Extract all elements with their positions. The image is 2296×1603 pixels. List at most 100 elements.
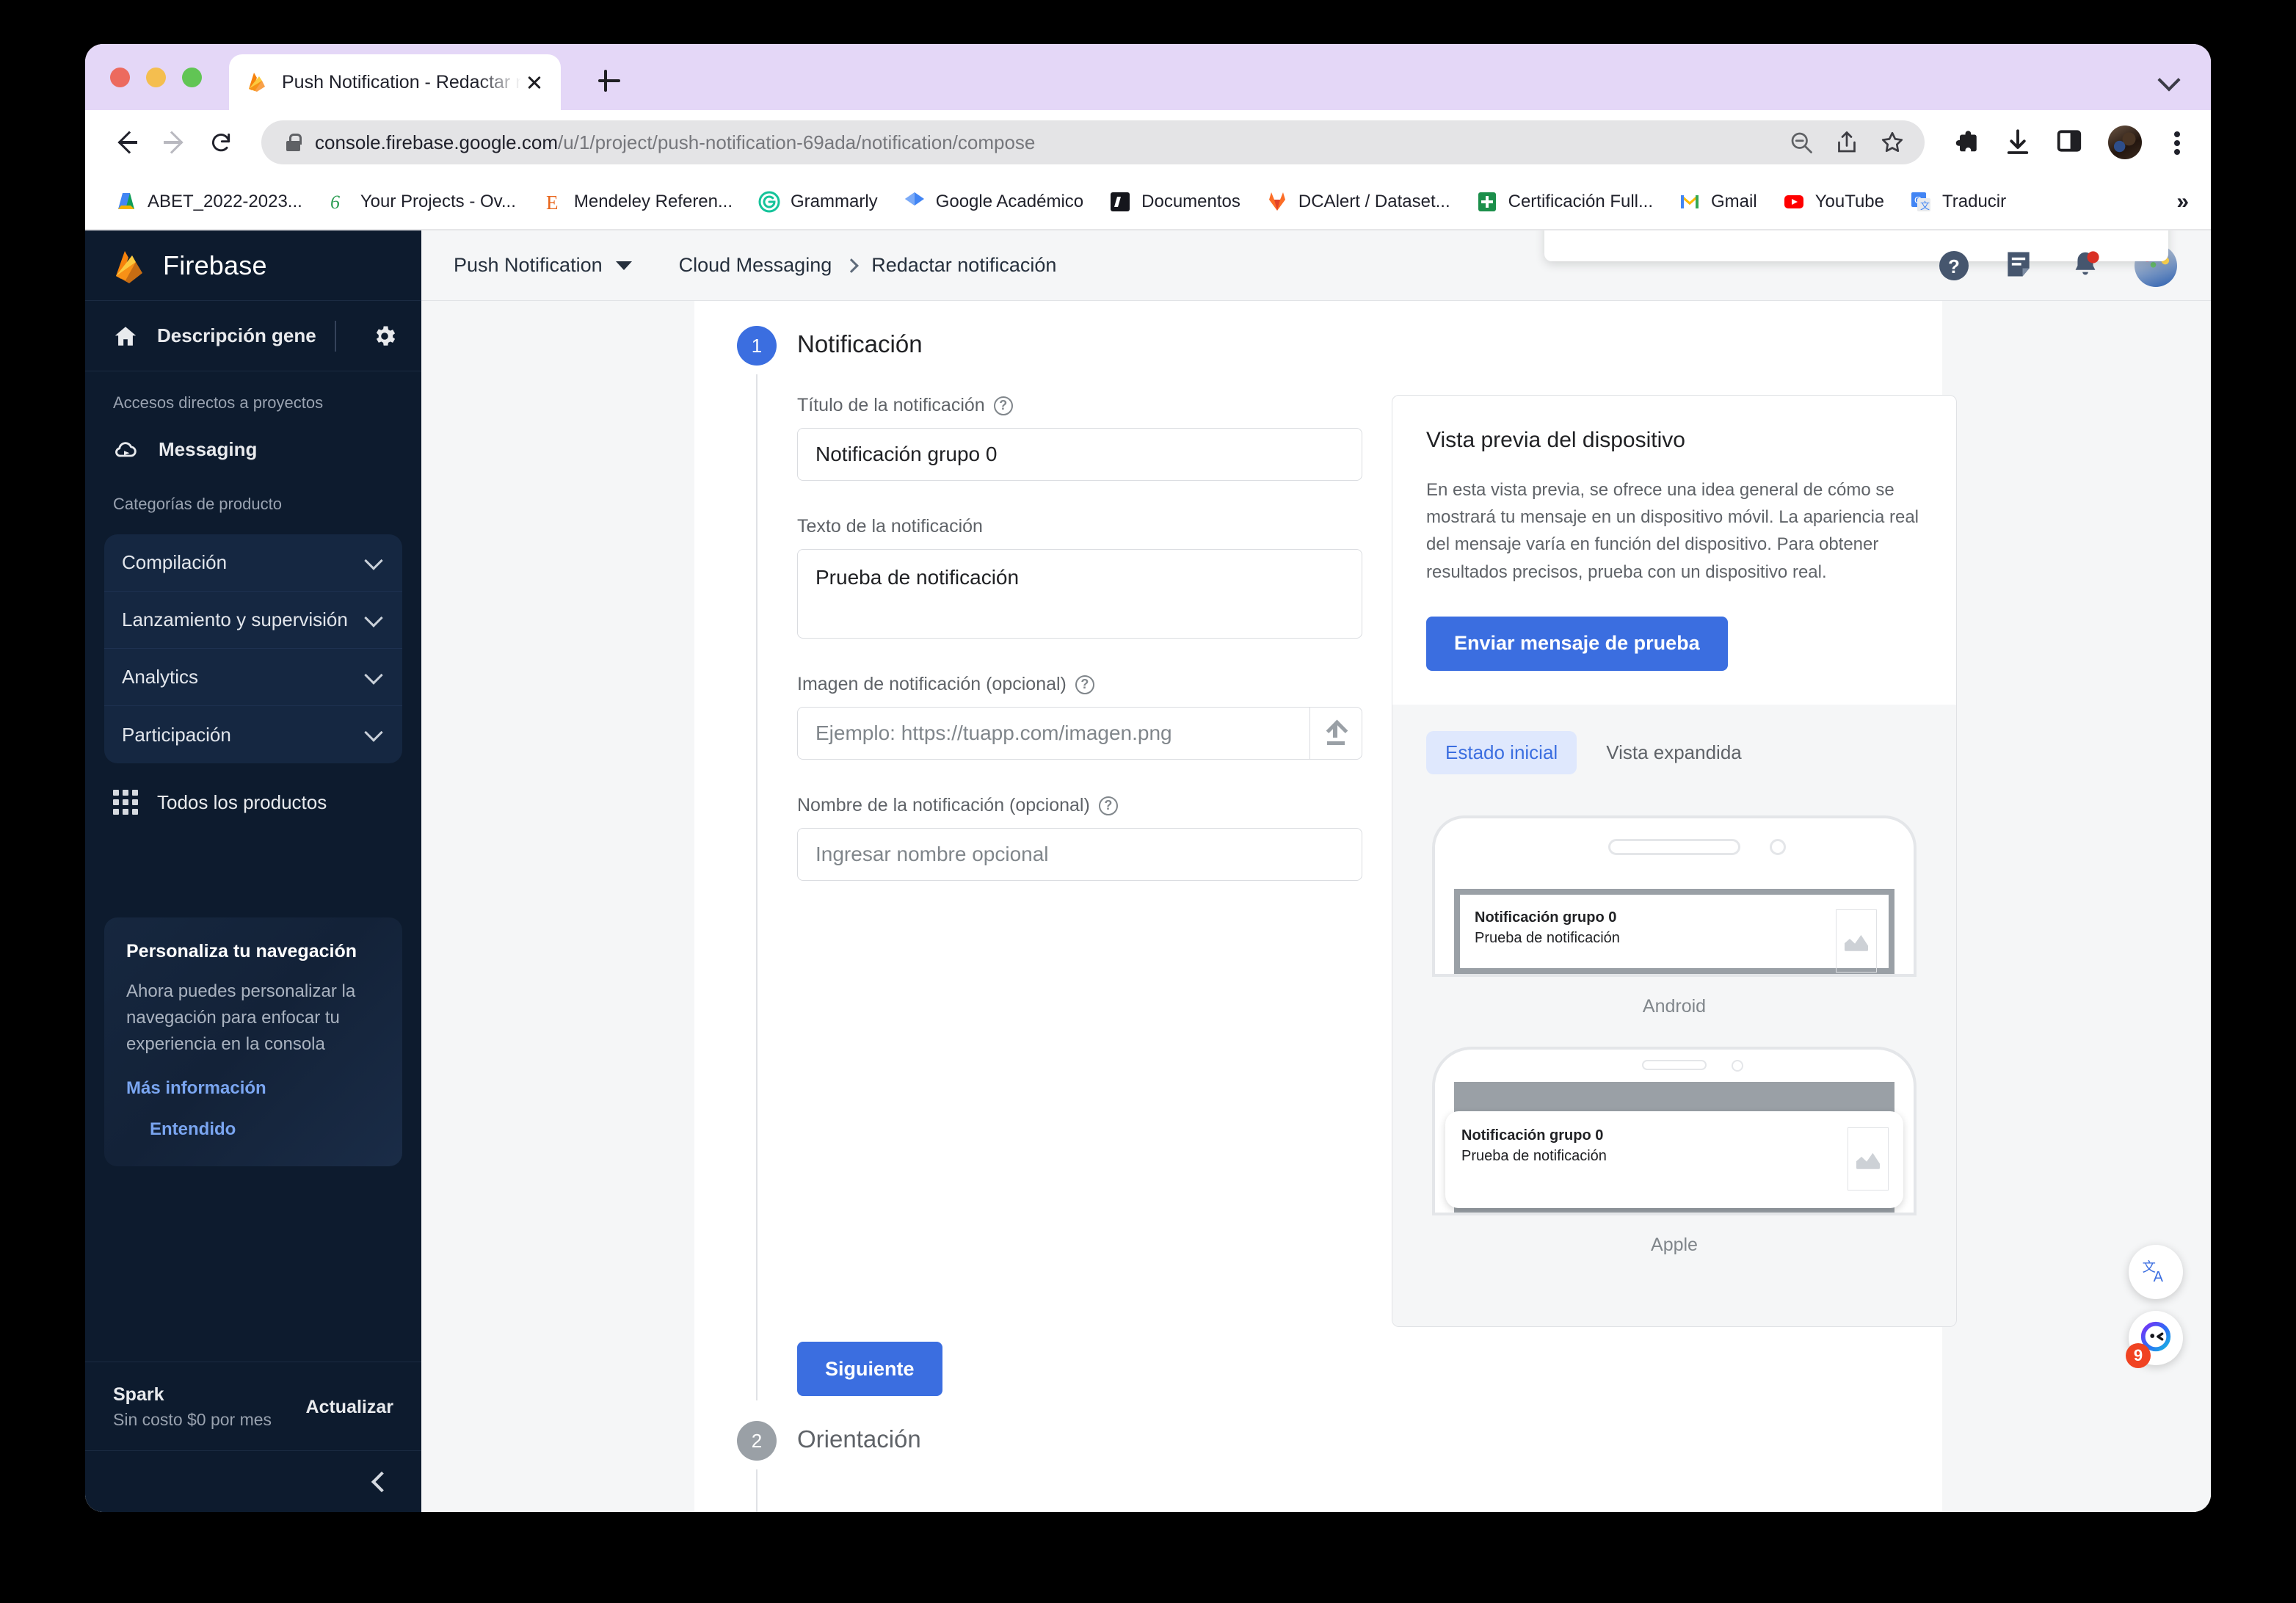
upload-image-button[interactable] [1309, 707, 1362, 760]
collapse-sidebar-button[interactable] [85, 1450, 421, 1512]
sidebar-item-overview[interactable]: Descripción general ... [85, 301, 421, 371]
device-label: Apple [1651, 1234, 1698, 1255]
minimize-window-button[interactable] [146, 68, 166, 87]
reload-icon[interactable] [200, 121, 242, 164]
sidebar-category-compilacion[interactable]: Compilación [104, 534, 402, 592]
translate-fab[interactable]: 文 A [2129, 1245, 2183, 1299]
category-label: Participación [122, 723, 231, 746]
share-icon[interactable] [1834, 129, 1860, 156]
bookmark-star-icon[interactable] [1879, 129, 1906, 156]
plan-name: Spark [113, 1384, 164, 1405]
address-bar[interactable]: console.firebase.google.com/u/1/project/… [261, 120, 1925, 164]
upgrade-plan-button[interactable]: Actualizar [306, 1397, 393, 1418]
bookmark-item[interactable]: DCAlert / Dataset... [1255, 184, 1461, 219]
notification-preview-body: Prueba de notificación [1461, 1147, 1607, 1164]
firebase-icon [245, 70, 269, 94]
feedback-icon[interactable] [2002, 248, 2038, 283]
notifications-bell-icon[interactable] [2068, 248, 2104, 283]
zoom-out-icon[interactable] [1788, 129, 1814, 156]
field-label: Texto de la notificación [797, 516, 983, 537]
profile-avatar[interactable] [2108, 126, 2142, 159]
bookmark-item[interactable]: 6 Your Projects - Ov... [317, 184, 526, 219]
promo-body: Ahora puedes personalizar la navegación … [126, 981, 356, 1054]
gitlab-icon [1265, 190, 1289, 214]
bookmark-item[interactable]: E Mendeley Referen... [531, 184, 743, 219]
notification-form: Título de la notificación ? Notificación… [797, 358, 1362, 1396]
sidebar-category-participacion[interactable]: Participación [104, 706, 402, 763]
plan-sub: Sin costo $0 por mes [113, 1410, 272, 1429]
sidebar-categories: Compilación Lanzamiento y supervisión An… [104, 534, 402, 763]
breadcrumb-item-cloud-messaging[interactable]: Cloud Messaging [679, 254, 832, 277]
project-selector[interactable]: Push Notification [454, 254, 632, 277]
content-scroll-area[interactable]: 1 Notificación Título de la notificación… [421, 301, 2211, 1512]
bookmark-item[interactable]: Certificación Full... [1465, 184, 1663, 219]
breadcrumb: Cloud Messaging Redactar notificación [679, 254, 1057, 277]
bookmark-item[interactable]: Grammarly [747, 184, 888, 219]
notification-text-textarea[interactable]: Prueba de notificación [797, 549, 1362, 639]
category-label: Lanzamiento y supervisión [122, 608, 348, 630]
bookmarks-overflow-button[interactable]: » [2176, 189, 2189, 214]
back-icon[interactable] [106, 121, 148, 164]
google-translate-icon: G 文 [1909, 190, 1933, 214]
bookmark-label: Grammarly [791, 192, 878, 211]
step-programacion[interactable]: 3 Programación Enviar ahora [694, 1509, 1942, 1512]
bookmark-item[interactable]: Google Académico [893, 184, 1094, 219]
promo-more-link[interactable]: Más información [126, 1078, 380, 1099]
browser-window: Push Notification - Redactar no console.… [85, 44, 2211, 1512]
extensions-icon[interactable] [1950, 127, 1980, 158]
help-icon[interactable]: ? [1936, 248, 1972, 283]
close-icon[interactable] [521, 69, 548, 95]
bookmark-item[interactable]: Documentos [1098, 184, 1251, 219]
downloads-icon[interactable] [2002, 127, 2033, 158]
chevron-down-icon [615, 261, 632, 270]
bookmark-item[interactable]: ABET_2022-2023... [104, 184, 313, 219]
notification-title-input[interactable]: Notificación grupo 0 [797, 428, 1362, 481]
bookmark-item[interactable]: Gmail [1668, 184, 1768, 219]
step-orientacion[interactable]: 2 Orientación [694, 1396, 1942, 1512]
android-notification-card: Notificación grupo 0 Prueba de notificac… [1454, 888, 1894, 974]
forward-icon[interactable] [153, 121, 195, 164]
sidebar-category-lanzamiento[interactable]: Lanzamiento y supervisión [104, 592, 402, 649]
side-panel-icon[interactable] [2055, 127, 2086, 158]
chevron-down-icon [366, 554, 383, 572]
step-connector [756, 374, 758, 1400]
firebase-console: Firebase Descripción general ... Accesos… [85, 230, 2211, 1512]
help-icon[interactable]: ? [993, 396, 1013, 415]
help-icon[interactable]: ? [1075, 675, 1094, 694]
maximize-window-button[interactable] [182, 68, 202, 87]
firebase-brand[interactable]: Firebase [85, 230, 421, 301]
chevron-down-icon [366, 611, 383, 629]
chevron-down-icon[interactable] [2158, 68, 2180, 90]
bookmark-label: Gmail [1711, 192, 1757, 211]
bookmark-item[interactable]: YouTube [1772, 184, 1894, 219]
bookmark-item[interactable]: G 文 Traducir [1899, 184, 2016, 219]
sidebar-item-all-products[interactable]: Todos los productos [85, 763, 421, 829]
promo-dismiss-button[interactable]: Entendido [126, 1119, 380, 1140]
notification-image-input[interactable]: Ejemplo: https://tuapp.com/imagen.png [797, 707, 1309, 760]
bookmark-label: Mendeley Referen... [573, 192, 733, 211]
browser-menu-icon[interactable] [2164, 127, 2190, 158]
browser-tab[interactable]: Push Notification - Redactar no [229, 54, 561, 110]
overleaf-icon: 6 [327, 190, 351, 214]
tab-vista-expandida[interactable]: Vista expandida [1587, 731, 1761, 774]
notification-name-input[interactable]: Ingresar nombre opcional [797, 828, 1362, 881]
tab-estado-inicial[interactable]: Estado inicial [1426, 730, 1577, 774]
gear-icon[interactable] [371, 323, 398, 349]
close-window-button[interactable] [110, 68, 130, 87]
sidebar-category-analytics[interactable]: Analytics [104, 649, 402, 706]
chat-assistant-fab[interactable]: 9 [2126, 1311, 2183, 1368]
sidebar-item-messaging[interactable]: Messaging [85, 426, 421, 473]
browser-toolbar: console.firebase.google.com/u/1/project/… [85, 110, 2211, 175]
documents-icon [1108, 190, 1132, 214]
certification-icon [1475, 190, 1499, 214]
field-text: Texto de la notificación Prueba de notif… [797, 516, 1362, 639]
help-icon[interactable]: ? [1098, 796, 1118, 815]
bookmark-label: YouTube [1814, 192, 1884, 211]
home-icon [113, 324, 138, 349]
next-button[interactable]: Siguiente [797, 1342, 942, 1396]
device-apple: Notificación grupo 0 Prueba de notificac… [1426, 1046, 1922, 1285]
new-tab-button[interactable] [592, 63, 627, 98]
step-title: Notificación [797, 330, 923, 357]
divider [335, 320, 336, 352]
send-test-message-button[interactable]: Enviar mensaje de prueba [1426, 616, 1728, 671]
